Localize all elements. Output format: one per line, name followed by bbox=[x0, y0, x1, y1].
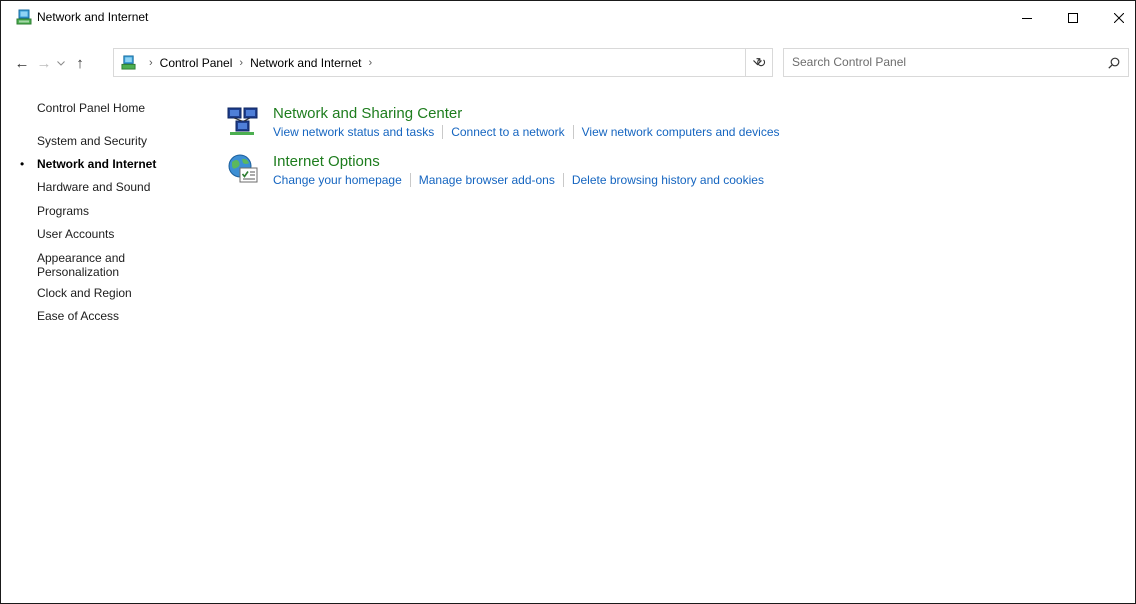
minimize-icon bbox=[1022, 18, 1032, 19]
link-divider bbox=[409, 173, 411, 187]
network-and-sharing-center-tasks: View network status and tasks Connect to… bbox=[273, 125, 780, 139]
minimize-button[interactable] bbox=[1004, 1, 1050, 35]
breadcrumb: › Control Panel › Network and Internet › bbox=[142, 49, 379, 76]
forward-button[interactable]: → bbox=[33, 48, 55, 78]
close-icon bbox=[1114, 13, 1124, 23]
navigation-bar: ← → ↑ › Control Panel › Network and Inte… bbox=[1, 35, 1135, 91]
change-homepage-link[interactable]: Change your homepage bbox=[273, 173, 402, 187]
view-network-status-link[interactable]: View network status and tasks bbox=[273, 125, 434, 139]
close-button[interactable] bbox=[1096, 1, 1135, 35]
control-panel-icon bbox=[16, 9, 32, 30]
internet-options-tasks: Change your homepage Manage browser add-… bbox=[273, 173, 764, 187]
internet-options-link[interactable]: Internet Options bbox=[273, 153, 380, 170]
window-title: Network and Internet bbox=[37, 10, 149, 24]
arrow-left-icon: ← bbox=[14, 54, 30, 72]
search-icon[interactable] bbox=[1108, 56, 1120, 74]
back-button[interactable]: ← bbox=[11, 48, 33, 78]
arrow-right-icon: → bbox=[36, 54, 52, 72]
delete-browsing-history-link[interactable]: Delete browsing history and cookies bbox=[572, 173, 764, 187]
sidebar-item-programs[interactable]: Programs bbox=[37, 204, 89, 218]
address-bar[interactable]: › Control Panel › Network and Internet › bbox=[113, 48, 773, 77]
recent-locations-button[interactable] bbox=[54, 48, 68, 78]
sidebar-item-appearance-and-personalization[interactable]: Appearance and Personalization bbox=[37, 251, 125, 279]
sidebar-item-control-panel-home[interactable]: Control Panel Home bbox=[37, 101, 145, 115]
link-divider bbox=[572, 125, 574, 139]
view-network-computers-link[interactable]: View network computers and devices bbox=[582, 125, 780, 139]
sidebar-item-network-and-internet: Network and Internet bbox=[37, 157, 157, 171]
search-input[interactable] bbox=[792, 53, 1092, 71]
refresh-icon: ↻ bbox=[755, 54, 767, 70]
breadcrumb-separator-icon[interactable]: › bbox=[149, 57, 153, 69]
sidebar-item-user-accounts[interactable]: User Accounts bbox=[37, 227, 114, 241]
maximize-button[interactable] bbox=[1050, 1, 1096, 35]
arrow-up-icon: ↑ bbox=[76, 54, 84, 72]
up-button[interactable]: ↑ bbox=[69, 48, 91, 78]
manage-browser-addons-link[interactable]: Manage browser add-ons bbox=[419, 173, 555, 187]
breadcrumb-separator-icon[interactable]: › bbox=[239, 57, 243, 69]
control-panel-icon bbox=[121, 55, 136, 75]
link-divider bbox=[562, 173, 564, 187]
link-divider bbox=[442, 125, 444, 139]
control-panel-window: Network and Internet ← → ↑ › Control Pan… bbox=[0, 0, 1136, 604]
internet-options-icon[interactable] bbox=[226, 153, 260, 190]
breadcrumb-separator-icon[interactable]: › bbox=[368, 57, 372, 69]
breadcrumb-control-panel[interactable]: Control Panel bbox=[160, 56, 233, 70]
title-bar: Network and Internet bbox=[1, 1, 1135, 35]
refresh-button[interactable]: ↻ bbox=[745, 49, 776, 76]
chevron-down-icon bbox=[57, 60, 65, 66]
network-and-sharing-center-link[interactable]: Network and Sharing Center bbox=[273, 105, 462, 122]
connect-to-network-link[interactable]: Connect to a network bbox=[451, 125, 564, 139]
active-bullet-icon: • bbox=[20, 157, 25, 171]
sidebar-item-clock-and-region[interactable]: Clock and Region bbox=[37, 286, 132, 300]
sidebar-item-system-and-security[interactable]: System and Security bbox=[37, 134, 147, 148]
sidebar-item-hardware-and-sound[interactable]: Hardware and Sound bbox=[37, 180, 150, 194]
maximize-icon bbox=[1068, 13, 1078, 23]
search-box[interactable] bbox=[783, 48, 1129, 77]
breadcrumb-network-and-internet[interactable]: Network and Internet bbox=[250, 56, 361, 70]
sidebar-item-ease-of-access[interactable]: Ease of Access bbox=[37, 309, 119, 323]
network-sharing-icon[interactable] bbox=[226, 105, 260, 142]
